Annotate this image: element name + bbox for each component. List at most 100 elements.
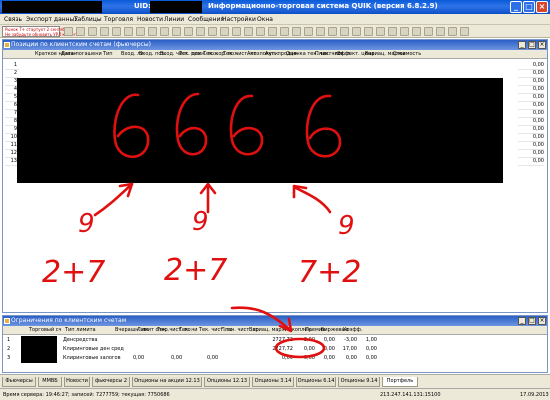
menu-lines[interactable]: Линии <box>164 16 184 23</box>
variation-margin-value: 0,00 <box>281 355 293 361</box>
workspace-tab[interactable]: Опционы 6.14 <box>296 377 336 387</box>
limits-title-bar[interactable]: Ограничения по клиентским счетам _ □ × <box>3 316 547 326</box>
workspace-tab[interactable]: Опционы 9.14 <box>338 377 380 387</box>
menu-trading[interactable]: Торговля <box>104 16 133 23</box>
toolbar-button-icon[interactable] <box>412 27 421 36</box>
toolbar-button-icon[interactable] <box>148 27 157 36</box>
positions-row-value: 0,00 <box>518 86 544 94</box>
premium-value: 0,00 <box>323 355 335 361</box>
menu-export[interactable]: Экспорт данных <box>26 16 78 23</box>
toolbar-button-icon[interactable] <box>112 27 121 36</box>
menu-windows[interactable]: Окна <box>257 16 273 23</box>
positions-row-value: 0,00 <box>518 94 544 102</box>
workspace-tab[interactable]: Опционы 12.13 <box>204 377 250 387</box>
workspace-tab[interactable]: ММВБ <box>38 377 62 387</box>
toolbar-button-icon[interactable] <box>196 27 205 36</box>
toolbar-button-icon[interactable] <box>292 27 301 36</box>
toolbar-button-icon[interactable] <box>208 27 217 36</box>
workspace-tab[interactable]: Портфель <box>382 377 418 387</box>
positions-column-header[interactable]: Дата погашени <box>61 51 102 57</box>
panel-maximize-button[interactable]: □ <box>528 317 536 325</box>
positions-row-value: 0,00 <box>518 70 544 78</box>
accumulated-value: 0,00 <box>303 346 315 352</box>
minimize-button[interactable]: _ <box>510 1 522 13</box>
workspace-tabs: Фьючерсы ММВБ Новости фьючерсы 2 Опционы на … <box>0 374 550 388</box>
toolbar-button-icon[interactable] <box>124 27 133 36</box>
menu-settings[interactable]: Настройки <box>222 16 256 23</box>
toolbar-button-icon[interactable] <box>316 27 325 36</box>
close-button[interactable]: × <box>536 1 548 13</box>
toolbar-button-icon[interactable] <box>328 27 337 36</box>
toolbar-button-icon[interactable] <box>76 27 85 36</box>
positions-row-value: 0,00 <box>518 78 544 86</box>
positions-row-value: 0,00 <box>518 102 544 110</box>
toolbar-button-icon[interactable] <box>304 27 313 36</box>
positions-title-bar[interactable]: Позиции по клиентским счетам (фьючерсы) … <box>3 40 547 50</box>
title-bar[interactable]: UID: Информационно-торговая система QUIK… <box>0 0 550 14</box>
positions-column-header[interactable]: Стоимость <box>393 51 421 57</box>
exchange-value: 17,00 <box>342 346 357 352</box>
toolbar-button-icon[interactable] <box>160 27 169 36</box>
panel-maximize-button[interactable]: □ <box>528 41 536 49</box>
panel-close-button[interactable]: × <box>538 41 546 49</box>
positions-row-value: 0,00 <box>518 150 544 158</box>
premium-value: 0,00 <box>323 346 335 352</box>
toolbar-button-icon[interactable] <box>244 27 253 36</box>
positions-column-header[interactable]: Тип <box>103 51 113 57</box>
panel-minimize-button[interactable]: _ <box>518 41 526 49</box>
menu-messages[interactable]: Сообщения <box>188 16 224 23</box>
limits-column-header[interactable]: Тип лимита <box>65 327 96 333</box>
workspace-tab[interactable]: фьючерсы 2 <box>92 377 130 387</box>
menu-bar: Связь Экспорт данных Таблицы Торговля Но… <box>0 14 550 25</box>
toolbar-button-icon[interactable] <box>424 27 433 36</box>
positions-row-value: 0,00 <box>518 62 544 70</box>
toolbar-button-icon[interactable] <box>256 27 265 36</box>
toolbar-button-icon[interactable] <box>352 27 361 36</box>
maximize-button[interactable]: □ <box>523 1 535 13</box>
toolbar-button-icon[interactable] <box>88 27 97 36</box>
limit-type: Денсредства <box>63 337 98 343</box>
limits-column-header[interactable]: Торговый сч <box>29 327 61 333</box>
limits-column-header[interactable]: Вариац. марж <box>249 327 286 333</box>
toolbar-button-icon[interactable] <box>232 27 241 36</box>
coefficient-value: 1,00 <box>365 337 377 343</box>
limits-zero-value: 0,00 <box>207 355 219 361</box>
toolbar-button-icon[interactable] <box>172 27 181 36</box>
toolbar-button-icon[interactable] <box>280 27 289 36</box>
toolbar-button-icon[interactable] <box>436 27 445 36</box>
server-ip: 213.247.141.131:15100 <box>380 392 441 398</box>
toolbar-button-icon[interactable] <box>340 27 349 36</box>
toolbar-button-icon[interactable] <box>100 27 109 36</box>
toolbar-button-icon[interactable] <box>136 27 145 36</box>
toolbar-button-icon[interactable] <box>388 27 397 36</box>
news-ticker[interactable]: Рынок Т+ стартует 2 сентября! Не забудьт… <box>2 26 77 37</box>
limits-header: Торговый сч Тип лимита Вчерашн. ли Лимит от… <box>3 326 547 335</box>
menu-news[interactable]: Новости <box>137 16 163 23</box>
limits-column-header[interactable]: Тек. чи <box>179 327 198 333</box>
workspace-tab[interactable]: Опционы на акции 12.13 <box>132 377 202 387</box>
toolbar-button-icon[interactable] <box>268 27 277 36</box>
toolbar-button-icon[interactable] <box>64 27 73 36</box>
accumulated-value: 0,00 <box>303 355 315 361</box>
limit-type: Клиринговые залогов <box>63 355 121 361</box>
toolbar-button-icon[interactable] <box>400 27 409 36</box>
redacted-account <box>2 1 102 13</box>
limit-type: Клиринговые ден сред <box>63 346 124 352</box>
workspace-tab[interactable]: Фьючерсы <box>2 377 36 387</box>
toolbar-button-icon[interactable] <box>460 27 469 36</box>
toolbar-button-icon[interactable] <box>364 27 373 36</box>
positions-row-value: 0,00 <box>518 118 544 126</box>
panel-close-button[interactable]: × <box>538 317 546 325</box>
toolbar-button-icon[interactable] <box>376 27 385 36</box>
panel-minimize-button[interactable]: _ <box>518 317 526 325</box>
menu-tables[interactable]: Таблицы <box>74 16 102 23</box>
toolbar-button-icon[interactable] <box>184 27 193 36</box>
toolbar-button-icon[interactable] <box>220 27 229 36</box>
workspace-tab[interactable]: Новости <box>64 377 90 387</box>
limits-zero-value: 0,00 <box>171 355 183 361</box>
workspace-tab[interactable]: Опционы 3.14 <box>252 377 294 387</box>
server-time: Время сервера: 19:46:27; записей: 727775… <box>3 392 170 398</box>
limits-column-header[interactable]: Коэфф. <box>343 327 363 333</box>
toolbar-button-icon[interactable] <box>448 27 457 36</box>
menu-svyaz[interactable]: Связь <box>4 16 22 23</box>
